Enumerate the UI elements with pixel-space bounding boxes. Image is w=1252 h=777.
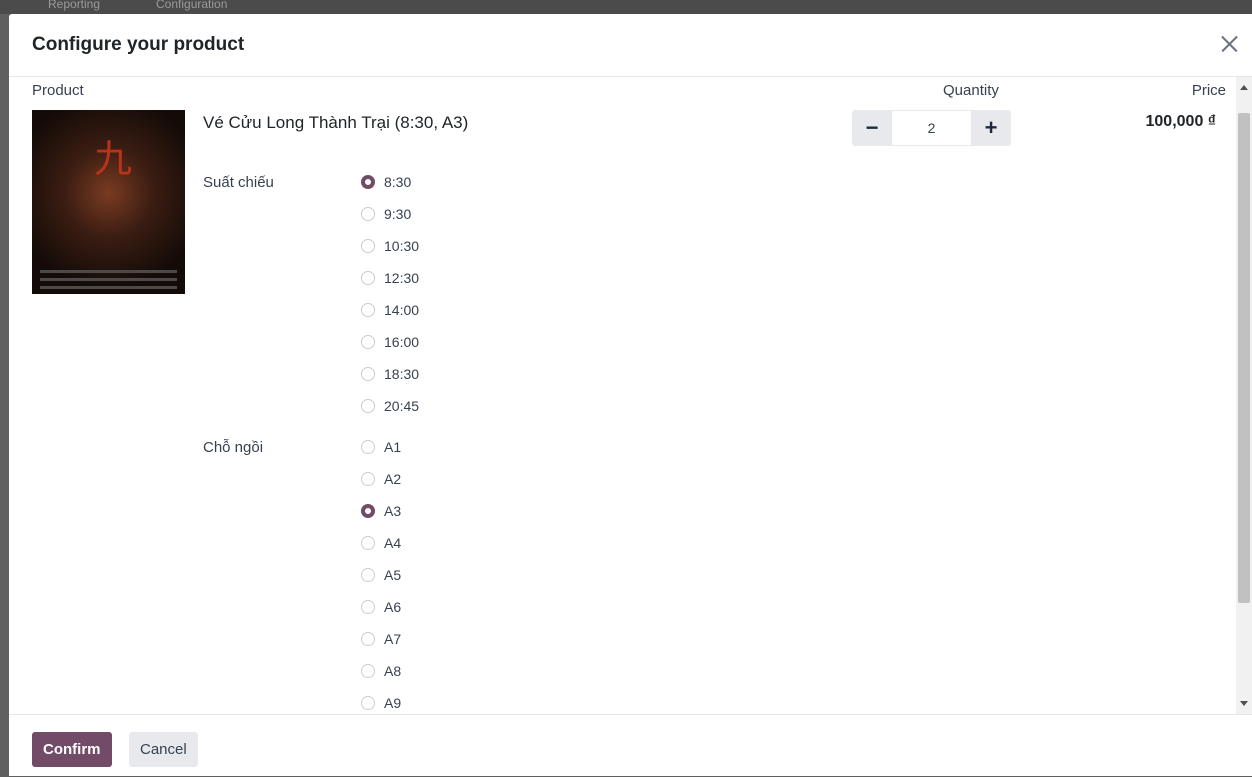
scroll-up-arrow-icon[interactable] [1240, 85, 1248, 90]
seat-option-label: A8 [384, 663, 402, 679]
confirm-button[interactable]: Confirm [32, 732, 112, 767]
seat-option[interactable]: A6 [361, 596, 401, 618]
seat-radio[interactable] [361, 536, 375, 550]
seat-option[interactable]: A4 [361, 532, 401, 554]
increase-quantity-button[interactable]: + [971, 110, 1011, 146]
seat-radio[interactable] [361, 440, 375, 454]
showtime-radio[interactable] [361, 367, 375, 381]
close-icon[interactable] [1216, 31, 1242, 57]
showtime-radio[interactable] [361, 271, 375, 285]
quantity-input[interactable] [892, 110, 971, 146]
seat-option[interactable]: A1 [361, 436, 401, 458]
dialog-scrollbar[interactable] [1236, 77, 1252, 714]
dialog-title: Configure your product [32, 34, 245, 55]
seat-option[interactable]: A7 [361, 628, 401, 650]
background-crumb: Reporting [48, 0, 101, 11]
seat-option-label: A2 [384, 471, 402, 487]
dialog-body: Product Quantity Price 九 Vé Cửu Long Thà… [9, 77, 1236, 714]
seat-option-label: A6 [384, 599, 402, 615]
movie-poster-image: 九 [32, 110, 185, 294]
product-name: Vé Cửu Long Thành Trại (8:30, A3) [203, 113, 469, 132]
column-header-product: Product [32, 82, 84, 99]
seat-option[interactable]: A5 [361, 564, 401, 586]
showtime-label: Suất chiếu [203, 174, 274, 191]
column-header-price: Price [1191, 82, 1226, 99]
seat-radio[interactable] [361, 600, 375, 614]
decrease-quantity-button[interactable]: − [852, 110, 892, 146]
showtime-radio[interactable] [361, 207, 375, 221]
showtime-option[interactable]: 8:30 [361, 171, 411, 193]
showtime-option-label: 14:00 [384, 302, 420, 318]
showtime-option[interactable]: 9:30 [361, 203, 411, 225]
showtime-radio[interactable] [361, 399, 375, 413]
seat-option-label: A7 [384, 631, 402, 647]
seat-radio[interactable] [361, 472, 375, 486]
showtime-option-label: 10:30 [384, 238, 420, 254]
showtime-option-label: 8:30 [384, 174, 412, 190]
seat-option[interactable]: A3 [361, 500, 401, 522]
quantity-stepper: − + [852, 110, 1013, 146]
seat-radio[interactable] [361, 568, 375, 582]
seat-label: Chỗ ngồi [203, 439, 264, 456]
showtime-option[interactable]: 20:45 [361, 395, 419, 417]
showtime-option-label: 9:30 [384, 206, 412, 222]
showtime-option[interactable]: 18:30 [361, 363, 419, 385]
seat-option-label: A4 [384, 535, 402, 551]
configure-product-dialog: Configure your product Product Quantity … [9, 14, 1252, 776]
column-header-quantity: Quantity [943, 82, 999, 99]
seat-option-label: A3 [384, 503, 402, 519]
dialog-header: Configure your product [9, 14, 1252, 77]
background-page-strip: Reporting Configuration [0, 0, 1252, 14]
seat-radio[interactable] [361, 664, 375, 678]
scrollbar-thumb[interactable] [1238, 113, 1250, 603]
showtime-radio[interactable] [361, 303, 375, 317]
product-price: 100,000 ₫ [1145, 113, 1217, 130]
dialog-footer: Confirm Cancel [9, 714, 1252, 777]
showtime-option[interactable]: 14:00 [361, 299, 419, 321]
showtime-option-label: 16:00 [384, 334, 420, 350]
scroll-down-arrow-icon[interactable] [1240, 701, 1248, 706]
seat-option[interactable]: A2 [361, 468, 401, 490]
seat-radio[interactable] [361, 504, 375, 518]
seat-option[interactable]: A9 [361, 692, 401, 714]
showtime-radio[interactable] [361, 175, 375, 189]
seat-option-label: A5 [384, 567, 402, 583]
cancel-button[interactable]: Cancel [129, 732, 198, 767]
showtime-option-label: 18:30 [384, 366, 420, 382]
seat-option-label: A9 [384, 695, 402, 711]
seat-radio[interactable] [361, 696, 375, 710]
showtime-option-label: 12:30 [384, 270, 420, 286]
seat-radio[interactable] [361, 632, 375, 646]
showtime-radio[interactable] [361, 335, 375, 349]
showtime-option[interactable]: 16:00 [361, 331, 419, 353]
showtime-radio[interactable] [361, 239, 375, 253]
showtime-option[interactable]: 10:30 [361, 235, 419, 257]
seat-option-label: A1 [384, 439, 402, 455]
seat-option[interactable]: A8 [361, 660, 401, 682]
showtime-option-label: 20:45 [384, 398, 420, 414]
background-crumb: Configuration [156, 0, 228, 11]
showtime-option[interactable]: 12:30 [361, 267, 419, 289]
